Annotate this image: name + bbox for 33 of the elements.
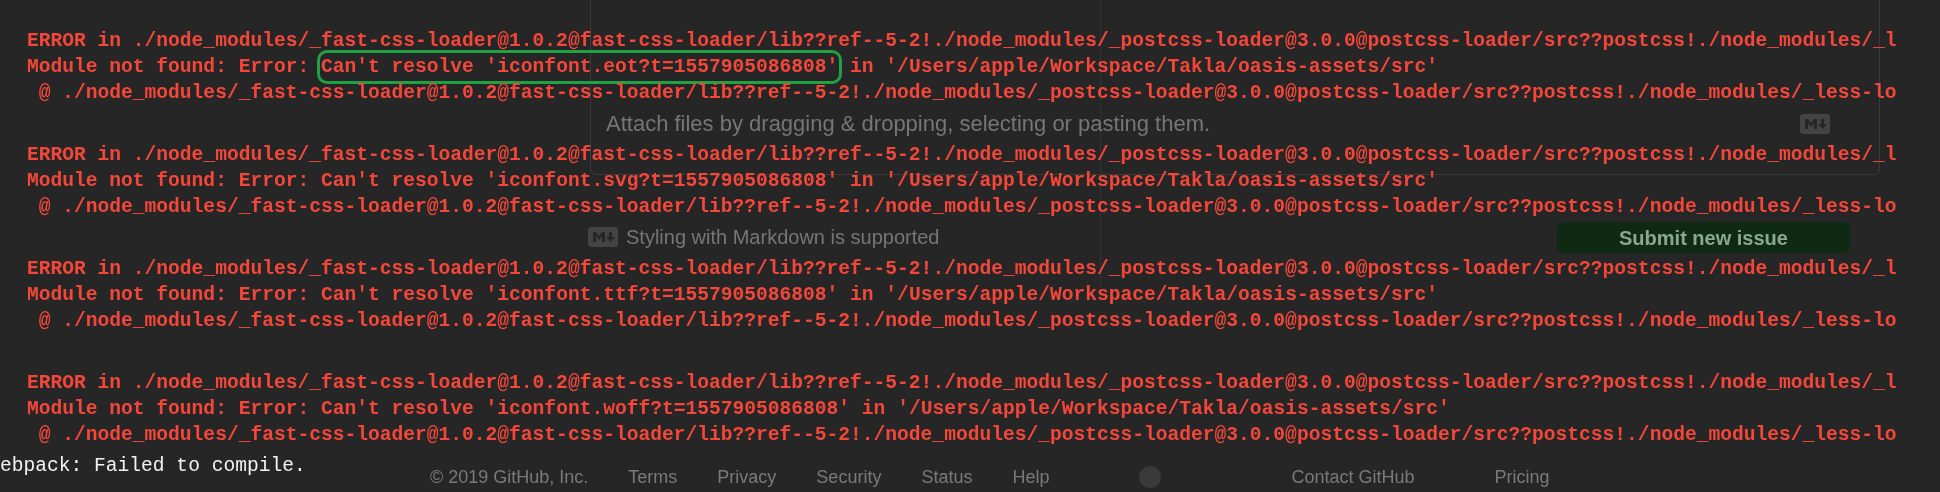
error-location: in '/Users/apple/Workspace/Takla/oasis-assets/src' bbox=[849, 55, 1438, 80]
error-message: Can't resolve 'iconfont.svg?t=1557905086808' bbox=[320, 169, 839, 194]
error-header: ERROR in ./node_modules/_fast-css-loader@1.0.2@fast-css-loader/lib??ref--5-2!./node_modules/_postcss-loader@3.0.0@postcss-loader/src??postcss!./node_modules/_l bbox=[27, 143, 1898, 168]
error-header: ERROR in ./node_modules/_fast-css-loader@1.0.2@fast-css-loader/lib??ref--5-2!./node_modules/_postcss-loader@3.0.0@postcss-loader/src??postcss!./node_modules/_l bbox=[27, 29, 1898, 54]
error-message: Can't resolve 'iconfont.ttf?t=1557905086808' bbox=[320, 283, 839, 308]
footer-link[interactable]: Pricing bbox=[1494, 466, 1550, 488]
build-status: ebpack: Failed to compile. bbox=[0, 454, 306, 479]
footer-link[interactable]: Help bbox=[1012, 466, 1050, 488]
attach-hint: Attach files by dragging & dropping, selecting or pasting them. bbox=[606, 110, 1211, 138]
error-trace: @ ./node_modules/_fast-css-loader@1.0.2@fast-css-loader/lib??ref--5-2!./node_modules/_postcss-loader@3.0.0@postcss-loader/src??postcss!./node_modules/_less-lo bbox=[37, 309, 1898, 334]
error-prefix: Module not found: Error: bbox=[27, 55, 311, 80]
error-location: in '/Users/apple/Workspace/Takla/oasis-assets/src' bbox=[849, 169, 1438, 194]
error-message: Can't resolve 'iconfont.woff?t=1557905086808' bbox=[320, 397, 851, 422]
error-trace: @ ./node_modules/_fast-css-loader@1.0.2@fast-css-loader/lib??ref--5-2!./node_modules/_postcss-loader@3.0.0@postcss-loader/src??postcss!./node_modules/_less-lo bbox=[37, 423, 1898, 448]
markdown-note: Styling with Markdown is supported bbox=[626, 225, 940, 250]
error-prefix: Module not found: Error: bbox=[27, 397, 311, 422]
markdown-icon bbox=[1800, 114, 1830, 134]
error-header: ERROR in ./node_modules/_fast-css-loader@1.0.2@fast-css-loader/lib??ref--5-2!./node_modules/_postcss-loader@3.0.0@postcss-loader/src??postcss!./node_modules/_l bbox=[27, 371, 1898, 396]
error-header: ERROR in ./node_modules/_fast-css-loader@1.0.2@fast-css-loader/lib??ref--5-2!./node_modules/_postcss-loader@3.0.0@postcss-loader/src??postcss!./node_modules/_l bbox=[27, 257, 1898, 282]
footer-link[interactable]: Privacy bbox=[717, 466, 777, 488]
footer-link[interactable]: Contact GitHub bbox=[1291, 466, 1415, 488]
error-trace: @ ./node_modules/_fast-css-loader@1.0.2@fast-css-loader/lib??ref--5-2!./node_modules/_postcss-loader@3.0.0@postcss-loader/src??postcss!./node_modules/_less-lo bbox=[37, 195, 1898, 220]
footer-link[interactable]: Security bbox=[816, 466, 882, 488]
error-prefix: Module not found: Error: bbox=[27, 169, 311, 194]
footer-link[interactable]: Status bbox=[921, 466, 973, 488]
error-location: in '/Users/apple/Workspace/Takla/oasis-assets/src' bbox=[849, 283, 1438, 308]
submit-button[interactable]: Submit new issue bbox=[1557, 222, 1850, 253]
footer-link[interactable]: Terms bbox=[628, 466, 678, 488]
error-location: in '/Users/apple/Workspace/Takla/oasis-assets/src' bbox=[860, 397, 1450, 422]
error-trace: @ ./node_modules/_fast-css-loader@1.0.2@fast-css-loader/lib??ref--5-2!./node_modules/_postcss-loader@3.0.0@postcss-loader/src??postcss!./node_modules/_less-lo bbox=[37, 81, 1898, 106]
error-prefix: Module not found: Error: bbox=[27, 283, 311, 308]
markdown-icon bbox=[588, 227, 618, 247]
copyright-text: © 2019 GitHub, Inc. bbox=[430, 466, 589, 488]
